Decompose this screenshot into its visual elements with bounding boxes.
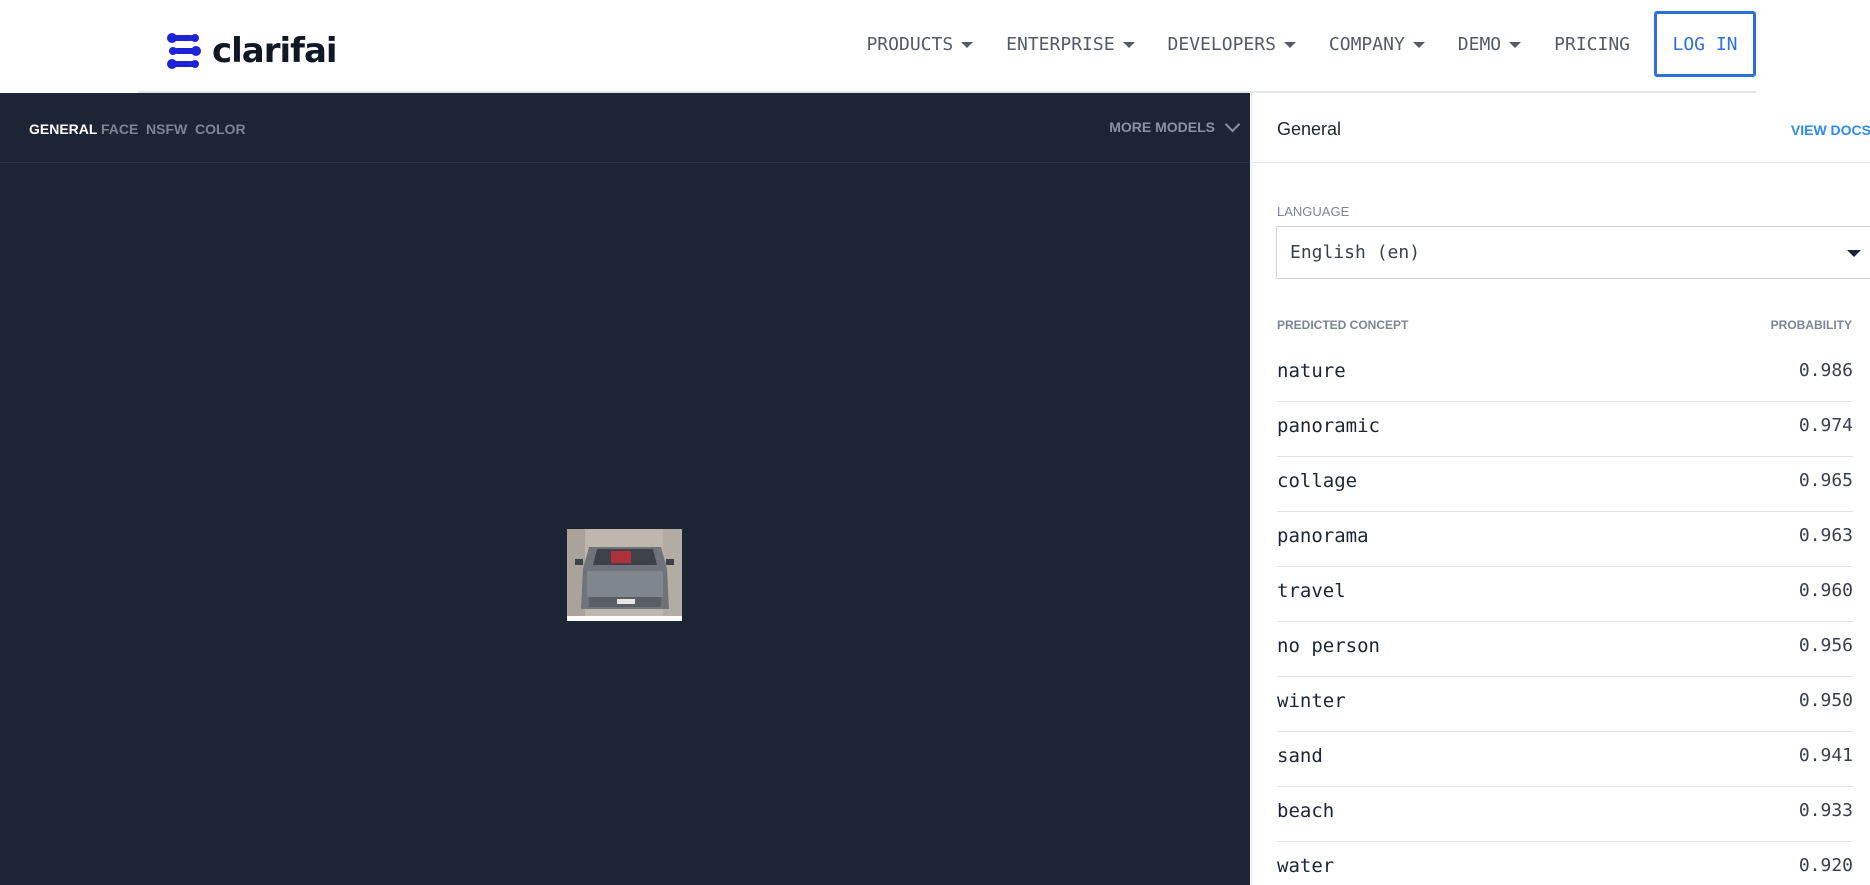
concept-name: panoramic [1277, 415, 1380, 437]
concept-name: panorama [1277, 525, 1369, 547]
language-label: LANGUAGE [1277, 204, 1350, 219]
nav-company[interactable]: COMPANY [1329, 34, 1425, 55]
concept-name: nature [1277, 360, 1346, 382]
tab-face[interactable]: FACE [101, 121, 138, 137]
uploaded-image-thumbnail[interactable] [567, 529, 682, 621]
caret-down-icon [1509, 41, 1522, 48]
logo-wordmark: clarifai [212, 31, 338, 71]
concept-probability: 0.950 [1798, 690, 1853, 711]
model-tabs: GENERAL FACE NSFW COLOR MORE MODELS [0, 93, 1250, 163]
nav-products[interactable]: PRODUCTS [866, 33, 974, 55]
nav-products-label: PRODUCTS [866, 33, 954, 55]
prediction-row: sand 0.941 [1277, 732, 1853, 787]
more-models-dropdown[interactable]: MORE MODELS [1109, 116, 1241, 135]
concept-probability: 0.963 [1798, 525, 1853, 546]
concept-probability: 0.920 [1798, 855, 1853, 876]
concept-name: travel [1277, 580, 1346, 602]
concept-probability: 0.941 [1798, 745, 1853, 766]
clarifai-logo[interactable]: clarifai [164, 30, 338, 72]
prediction-row: winter 0.950 [1277, 677, 1853, 732]
login-button[interactable]: LOG IN [1654, 11, 1756, 77]
image-viewer: GENERAL FACE NSFW COLOR MORE MODELS [0, 93, 1250, 885]
prediction-row: no person 0.956 [1277, 622, 1853, 677]
concept-name: collage [1277, 470, 1358, 492]
concept-probability: 0.965 [1798, 470, 1853, 491]
caret-down-icon [1847, 250, 1861, 257]
caret-down-icon [1412, 41, 1425, 48]
nav-developers[interactable]: DEVELOPERS [1168, 34, 1296, 55]
concept-name: sand [1277, 745, 1323, 767]
concept-probability: 0.960 [1798, 580, 1853, 601]
caret-down-icon [1122, 41, 1135, 48]
more-models-label: MORE MODELS [1109, 119, 1215, 135]
prediction-row: nature 0.986 [1277, 347, 1853, 402]
main-nav: PRODUCTS ENTERPRISE DEVELOPERS COMPANY D… [833, 11, 1756, 77]
prediction-row: collage 0.965 [1277, 457, 1853, 512]
car-photo [567, 529, 682, 621]
concept-probability: 0.974 [1798, 415, 1853, 436]
concept-probability: 0.956 [1798, 635, 1853, 656]
prediction-row: beach 0.933 [1277, 787, 1853, 842]
chevron-down-icon [1224, 116, 1241, 132]
tab-color[interactable]: COLOR [195, 121, 246, 137]
prediction-row: travel 0.960 [1277, 567, 1853, 622]
nav-developers-label: DEVELOPERS [1167, 33, 1276, 55]
nav-demo[interactable]: DEMO [1457, 33, 1522, 55]
concept-name: winter [1277, 690, 1346, 712]
probability-column-header: PROBABILITY [1770, 318, 1852, 332]
panel-header: General VIEW DOCS [1252, 93, 1870, 163]
nav-enterprise-label: ENTERPRISE [1006, 33, 1115, 55]
tab-general[interactable]: GENERAL [29, 121, 97, 137]
top-navbar: clarifai PRODUCTS ENTERPRISE DEVELOPERS … [0, 0, 1870, 93]
concept-name: beach [1277, 800, 1335, 822]
concept-name: water [1277, 855, 1335, 877]
concept-name: no person [1277, 635, 1380, 657]
prediction-row: water 0.920 [1277, 842, 1853, 885]
concept-probability: 0.933 [1798, 800, 1853, 821]
nav-demo-label: DEMO [1457, 33, 1502, 55]
concept-probability: 0.986 [1798, 360, 1853, 381]
nav-enterprise[interactable]: ENTERPRISE [1006, 33, 1135, 55]
nav-pricing[interactable]: PRICING [1554, 34, 1630, 55]
results-panel: General VIEW DOCS LANGUAGE English (en) … [1251, 93, 1870, 885]
prediction-row: panorama 0.963 [1277, 512, 1853, 567]
model-title: General [1277, 119, 1342, 139]
nav-company-label: COMPANY [1328, 33, 1405, 55]
predictions-list: nature 0.986 panoramic 0.974 collage 0.965 … [1277, 347, 1853, 885]
view-docs-link[interactable]: VIEW DOCS [1791, 122, 1870, 138]
caret-down-icon [961, 41, 974, 48]
language-value: English (en) [1290, 242, 1421, 263]
nav-pricing-label: PRICING [1554, 33, 1630, 55]
language-select[interactable]: English (en) [1276, 226, 1870, 279]
clarifai-logo-icon [167, 33, 201, 69]
caret-down-icon [1283, 41, 1296, 48]
prediction-row: panoramic 0.974 [1277, 402, 1853, 457]
concept-column-header: PREDICTED CONCEPT [1277, 318, 1409, 332]
tab-nsfw[interactable]: NSFW [146, 121, 187, 137]
